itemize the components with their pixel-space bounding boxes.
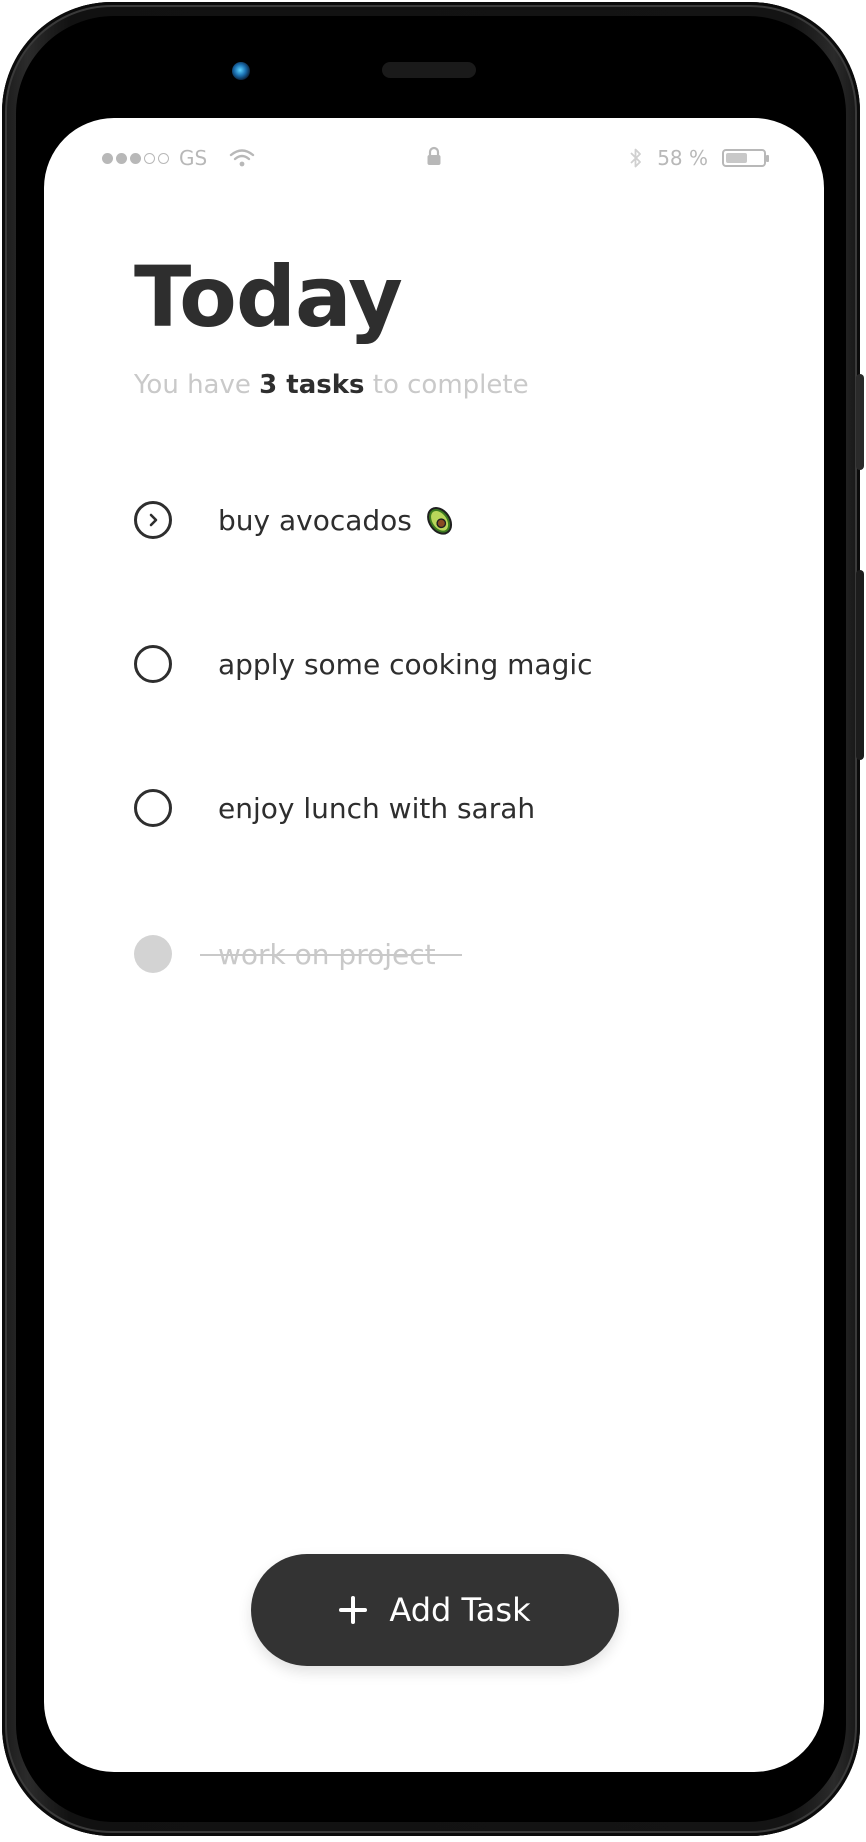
task-summary-prefix: You have bbox=[134, 370, 251, 400]
avocado-icon bbox=[427, 506, 452, 535]
task-label: enjoy lunch with sarah bbox=[218, 791, 536, 825]
status-bar-right: 58 % bbox=[629, 146, 769, 170]
battery-fill bbox=[726, 153, 747, 163]
task-checkbox[interactable] bbox=[134, 789, 172, 827]
task-label: apply some cooking magic bbox=[218, 647, 593, 681]
add-task-button[interactable]: Add Task bbox=[251, 1554, 619, 1666]
status-bar-left: GS bbox=[102, 146, 255, 170]
task-checkbox[interactable] bbox=[134, 645, 172, 683]
battery-icon bbox=[722, 149, 769, 167]
task-label-wrap: buy avocados bbox=[218, 503, 456, 537]
task-label-wrap: apply some cooking magic bbox=[218, 648, 593, 681]
wifi-icon bbox=[230, 149, 255, 167]
front-camera bbox=[232, 62, 250, 80]
task-label: buy avocados bbox=[218, 503, 412, 537]
bluetooth-icon bbox=[630, 148, 642, 168]
status-bar-center bbox=[426, 146, 442, 171]
strikethrough-line bbox=[200, 954, 462, 956]
task-item[interactable]: apply some cooking magic bbox=[134, 642, 593, 686]
battery-percentage: 58 % bbox=[657, 146, 708, 170]
task-label-wrap: enjoy lunch with sarah bbox=[218, 792, 535, 825]
task-item[interactable]: enjoy lunch with sarah bbox=[134, 786, 535, 830]
page-title: Today bbox=[134, 248, 403, 346]
carrier-name: GS bbox=[179, 146, 208, 170]
plus-icon bbox=[339, 1596, 368, 1624]
volume-button bbox=[856, 374, 864, 470]
task-summary: You have 3 tasks to complete bbox=[134, 370, 529, 400]
earpiece-speaker bbox=[382, 62, 476, 78]
task-count: 3 tasks bbox=[259, 370, 365, 400]
task-checkbox[interactable] bbox=[134, 501, 172, 539]
task-item[interactable]: buy avocados bbox=[134, 498, 456, 542]
app-screen: GS 58 % Today You have 3 tasks to comple… bbox=[44, 118, 824, 1772]
add-task-label: Add Task bbox=[389, 1591, 531, 1629]
device-frame: GS 58 % Today You have 3 tasks to comple… bbox=[0, 0, 866, 1842]
status-bar: GS 58 % bbox=[102, 146, 769, 171]
task-checkbox-checked[interactable] bbox=[134, 935, 172, 973]
task-label-wrap: work on project bbox=[200, 938, 462, 971]
chevron-right-icon bbox=[149, 513, 158, 527]
task-summary-suffix: to complete bbox=[372, 370, 529, 400]
signal-dots-icon bbox=[102, 152, 169, 164]
power-button bbox=[856, 570, 864, 760]
task-item-completed[interactable]: work on project bbox=[134, 932, 462, 976]
lock-icon bbox=[427, 146, 441, 165]
